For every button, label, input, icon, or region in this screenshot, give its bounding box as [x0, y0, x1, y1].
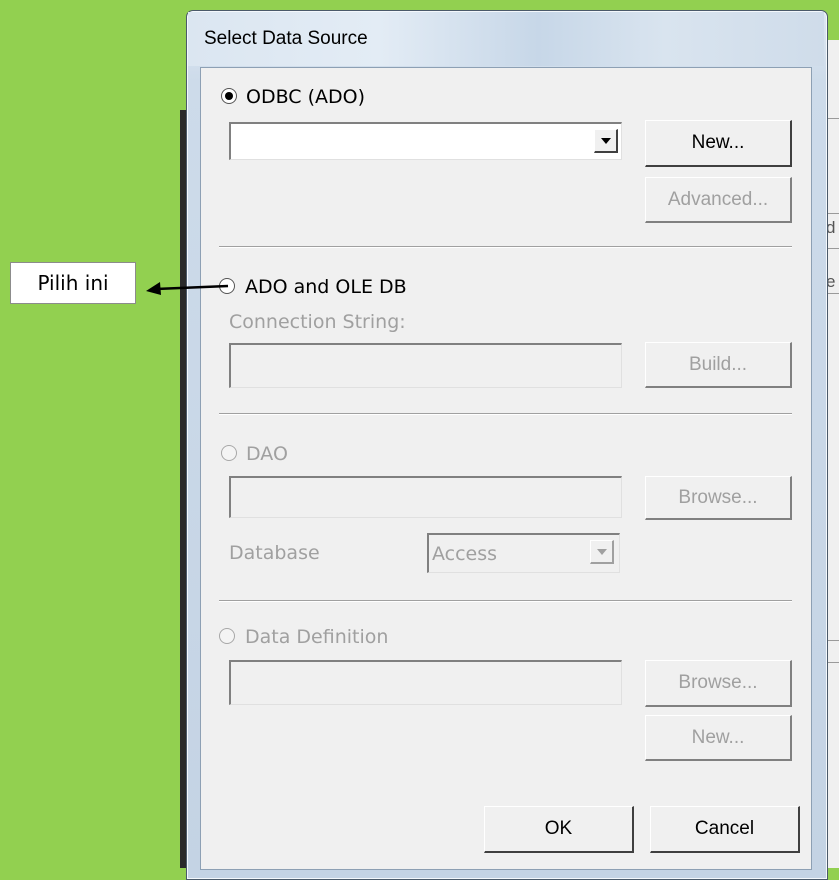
- cancel-button[interactable]: Cancel: [650, 806, 800, 853]
- odbc-dsn-dropdown-button[interactable]: [594, 129, 618, 153]
- chevron-down-icon: [597, 549, 607, 555]
- connection-string-field[interactable]: [229, 343, 622, 388]
- annotation-callout: Pilih ini: [10, 262, 136, 304]
- connection-string-label: Connection String:: [229, 311, 406, 333]
- database-value: Access: [432, 543, 498, 565]
- data-definition-new-button[interactable]: New...: [645, 715, 792, 761]
- dao-label[interactable]: DAO: [246, 443, 288, 465]
- odbc-new-button[interactable]: New...: [645, 120, 792, 167]
- dao-radio[interactable]: [221, 445, 237, 461]
- database-label: Database: [229, 542, 320, 564]
- odbc-dsn-combobox[interactable]: [229, 122, 622, 160]
- dao-browse-button[interactable]: Browse...: [645, 476, 792, 520]
- separator: [219, 600, 792, 602]
- dialog-title: Select Data Source: [204, 28, 368, 49]
- odbc-label[interactable]: ODBC (ADO): [246, 86, 365, 108]
- build-button[interactable]: Build...: [645, 342, 792, 388]
- separator: [219, 246, 792, 248]
- radio-selected-dot: [225, 92, 233, 100]
- dao-path-field[interactable]: [229, 476, 622, 518]
- ok-button[interactable]: OK: [484, 806, 634, 853]
- data-definition-radio[interactable]: [219, 628, 235, 644]
- odbc-advanced-button[interactable]: Advanced...: [645, 177, 792, 223]
- data-definition-browse-button[interactable]: Browse...: [645, 660, 792, 707]
- ado-oledb-radio[interactable]: [219, 278, 235, 294]
- database-dropdown-button[interactable]: [590, 540, 614, 564]
- ado-oledb-label[interactable]: ADO and OLE DB: [245, 276, 407, 298]
- data-definition-label[interactable]: Data Definition: [245, 626, 388, 648]
- data-definition-path-field[interactable]: [229, 660, 622, 705]
- odbc-radio[interactable]: [221, 88, 237, 104]
- chevron-down-icon: [601, 138, 611, 144]
- database-combobox[interactable]: Access: [427, 533, 620, 573]
- separator: [219, 413, 792, 415]
